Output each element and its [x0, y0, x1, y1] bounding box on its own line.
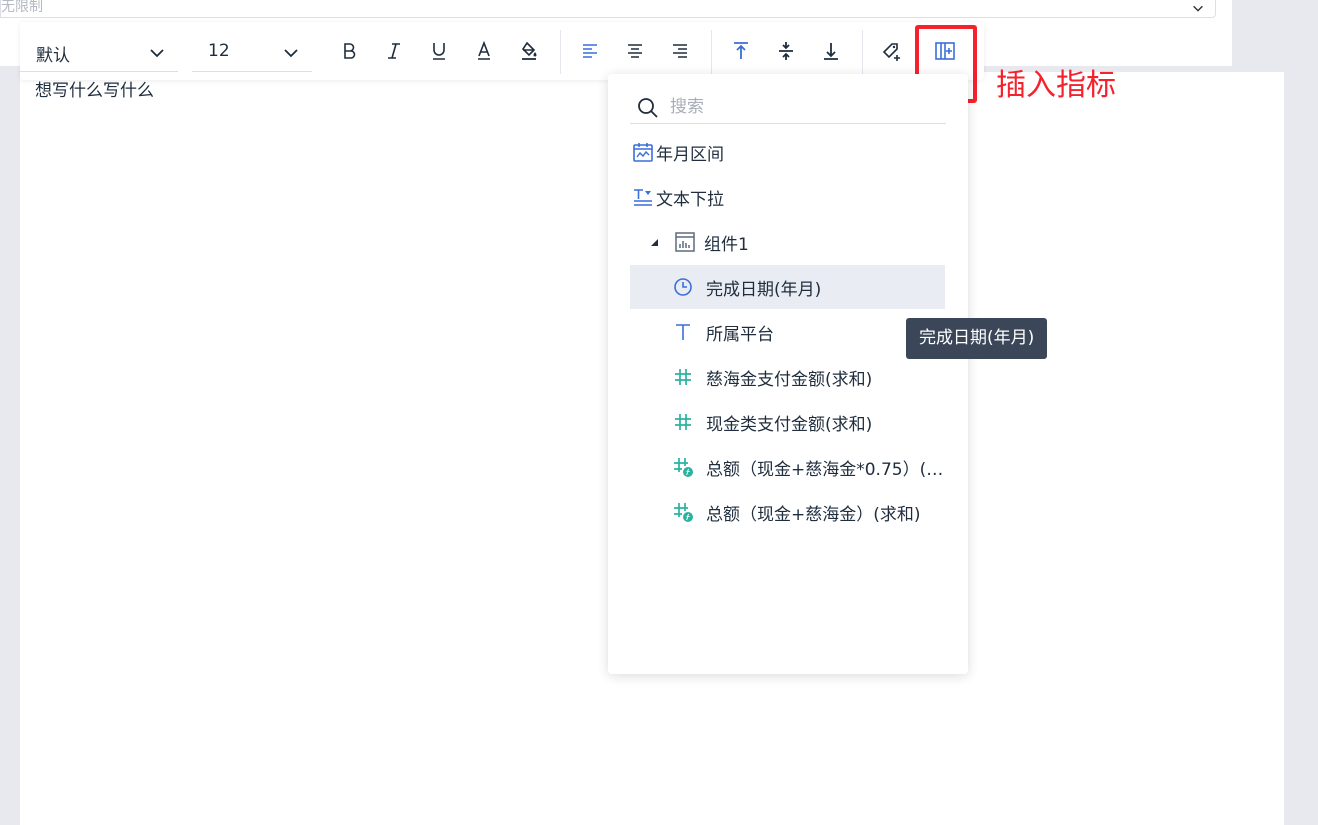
font-color-icon [478, 40, 490, 60]
number-field-icon [672, 411, 694, 433]
chevron-down-icon [1193, 5, 1203, 12]
insert-parameter-button[interactable] [879, 38, 905, 64]
toolbar-divider [560, 30, 561, 74]
tree-item-label: 总额（现金+慈海金）(求和) [706, 504, 921, 525]
tree-item-label: 年月区间 [656, 144, 724, 165]
tree-item-label: 现金类支付金额(求和) [706, 414, 873, 435]
font-size-value: 12 [208, 41, 230, 61]
tree-item-label: 组件1 [704, 234, 749, 255]
italic-icon [388, 43, 400, 59]
valign-top-button[interactable] [728, 38, 754, 64]
align-center-icon [628, 44, 642, 58]
calendar-icon [632, 141, 654, 163]
underline-button[interactable] [426, 38, 452, 64]
top-select[interactable]: 无限制 [0, 0, 1216, 18]
search-icon [638, 98, 658, 118]
tree-item-platform[interactable]: 所属平台 [630, 310, 945, 354]
align-right-icon [673, 44, 687, 58]
valign-middle-icon [779, 42, 793, 60]
tree-item-cihai-amount[interactable]: 慈海金支付金额(求和) [630, 355, 945, 399]
align-left-button[interactable] [577, 38, 603, 64]
bold-icon [344, 43, 356, 59]
search-input[interactable] [670, 94, 930, 120]
tree-item-completion-date[interactable]: 完成日期(年月) [630, 265, 945, 309]
font-family-value: 默认 [36, 46, 70, 66]
tree-item-text-dropdown[interactable]: 文本下拉 [630, 175, 945, 219]
calc-number-field-icon [672, 501, 694, 523]
clock-icon [672, 276, 694, 298]
tree-item-label: 文本下拉 [656, 189, 724, 210]
chevron-down-icon [284, 49, 298, 58]
valign-middle-button[interactable] [773, 38, 799, 64]
align-right-button[interactable] [667, 38, 693, 64]
tag-plus-icon [882, 43, 900, 61]
fill-color-button[interactable] [516, 38, 542, 64]
valign-top-icon [734, 42, 748, 59]
tree-item-label: 所属平台 [706, 324, 774, 345]
underline-icon [433, 43, 445, 60]
toolbar-divider [711, 30, 712, 74]
font-size-select[interactable]: 12 [192, 34, 312, 72]
search-bar [630, 92, 946, 124]
formatting-toolbar: 默认 12 [20, 22, 984, 80]
tree-item-cash-amount[interactable]: 现金类支付金额(求和) [630, 400, 945, 444]
annotation-label: 插入指标 [996, 68, 1116, 103]
editor-text[interactable]: 想写什么写什么 [35, 80, 154, 102]
valign-bottom-button[interactable] [818, 38, 844, 64]
font-family-select[interactable]: 默认 [20, 34, 178, 72]
fill-bucket-icon [521, 41, 537, 60]
top-select-placeholder: 无限制 [1, 0, 43, 15]
tree-item-label: 总额（现金+慈海金*0.75）(求和) [706, 459, 944, 480]
text-field-icon [672, 321, 694, 343]
tree-item-total-weighted[interactable]: 总额（现金+慈海金*0.75）(求和) [630, 445, 945, 489]
text-dropdown-icon [632, 186, 654, 208]
font-color-button[interactable] [471, 38, 497, 64]
valign-bottom-icon [824, 43, 838, 60]
tree-item-total[interactable]: 总额（现金+慈海金）(求和) [630, 490, 945, 534]
chevron-down-icon [150, 49, 164, 58]
tree-item-label: 完成日期(年月) [706, 279, 822, 300]
toolbar-divider [862, 30, 863, 74]
chart-component-icon [674, 231, 696, 253]
bold-button[interactable] [336, 38, 362, 64]
tooltip: 完成日期(年月) [906, 318, 1048, 359]
align-center-button[interactable] [622, 38, 648, 64]
align-left-icon [583, 44, 597, 58]
tree-item-year-month-range[interactable]: 年月区间 [630, 130, 945, 174]
caret-expanded-icon [651, 239, 658, 246]
number-field-icon [672, 366, 694, 388]
tree-item-component1[interactable]: 组件1 [630, 220, 945, 264]
calc-number-field-icon [672, 456, 694, 478]
indicator-dropdown: 年月区间 文本下拉 组件1 完成日期(年月) 所属平台 慈海金支付金额(求和) [608, 74, 968, 674]
italic-button[interactable] [381, 38, 407, 64]
tree-item-label: 慈海金支付金额(求和) [706, 369, 873, 390]
